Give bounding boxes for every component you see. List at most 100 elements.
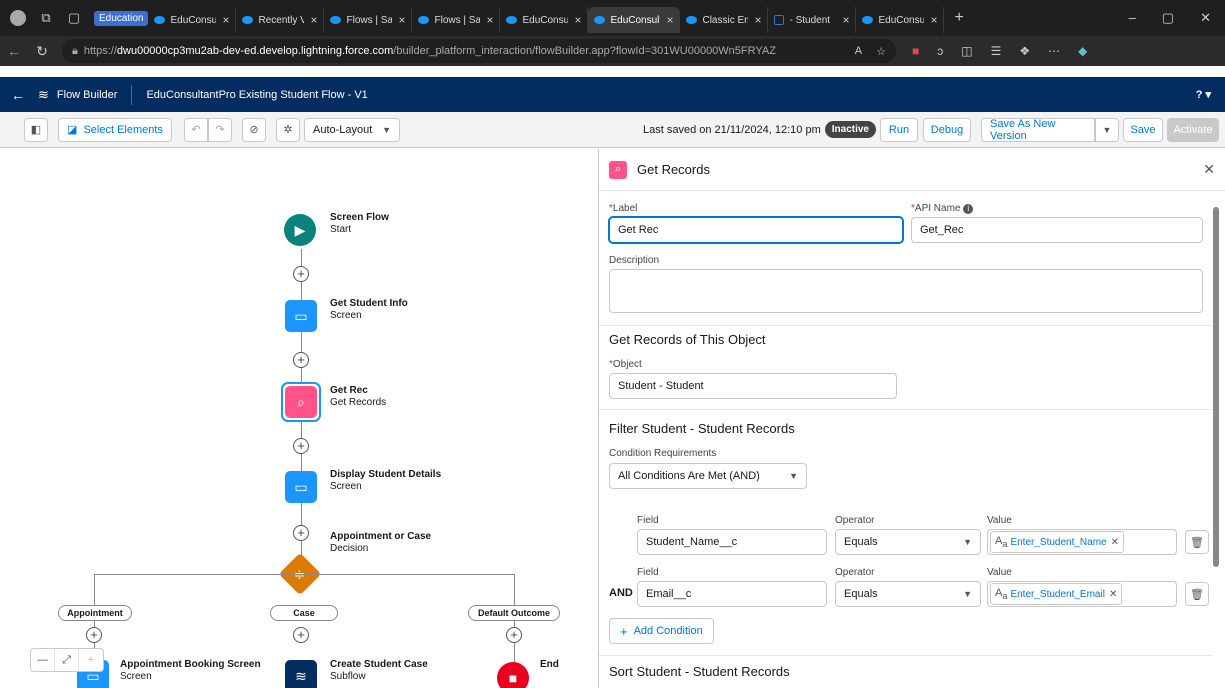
browser-tab[interactable]: Flows | Sale× bbox=[324, 7, 413, 33]
salesforce-cloud-icon bbox=[594, 16, 606, 24]
refresh-icon[interactable]: ↻ bbox=[28, 43, 56, 60]
url-field[interactable]: 🔒︎ https://dwu00000cp3mu2ab-dev-ed.devel… bbox=[62, 39, 896, 63]
condition-field-input[interactable]: Email__c bbox=[637, 581, 827, 607]
condition-operator-select[interactable]: Equals ▼ bbox=[835, 581, 981, 607]
start-node[interactable]: ▶ bbox=[284, 214, 316, 246]
add-element-button[interactable]: + bbox=[293, 352, 309, 368]
tab-actions-icon[interactable]: ▢ bbox=[66, 10, 82, 26]
errors-button[interactable]: ⊘ bbox=[242, 117, 266, 142]
browser-tab-active[interactable]: EduConsult × bbox=[588, 7, 681, 33]
add-element-button[interactable]: + bbox=[293, 525, 309, 541]
back-arrow-icon[interactable]: ← bbox=[0, 43, 28, 59]
extension-icon[interactable]: ■ bbox=[912, 44, 919, 58]
subflow-node-create-student-case[interactable]: ≋ bbox=[285, 660, 317, 688]
browser-tab[interactable]: EduConsult× bbox=[500, 7, 589, 33]
flow-canvas[interactable]: ▶ Screen Flow Start + ▭ Get Student Info S… bbox=[0, 149, 598, 688]
get-records-node[interactable]: ⌕ bbox=[285, 386, 317, 418]
debug-button[interactable]: Debug bbox=[923, 117, 971, 142]
layout-select[interactable]: Auto-Layout ▼ bbox=[304, 117, 400, 142]
panel-scrollbar[interactable] bbox=[1212, 195, 1220, 685]
settings-button[interactable]: ✲ bbox=[276, 117, 300, 142]
outcome-case[interactable]: Case bbox=[270, 605, 338, 621]
toggle-panel-button[interactable]: ◧ bbox=[24, 117, 48, 142]
object-input[interactable]: Student - Student bbox=[609, 373, 897, 399]
browser-tab[interactable]: - Student × bbox=[768, 7, 857, 33]
fit-view-button[interactable]: ⤢ bbox=[55, 649, 79, 671]
outcome-default[interactable]: Default Outcome bbox=[468, 605, 560, 621]
close-tab-icon[interactable]: × bbox=[754, 13, 761, 27]
close-tab-icon[interactable]: × bbox=[574, 13, 581, 27]
add-element-button[interactable]: + bbox=[86, 627, 102, 643]
browser-tab[interactable]: EduConsult× bbox=[856, 7, 945, 33]
copilot-icon[interactable]: ↄ bbox=[937, 44, 943, 58]
back-arrow-icon[interactable]: ← bbox=[0, 87, 36, 103]
value-pill[interactable]: Aa Enter_Student_Name ✕ bbox=[990, 531, 1124, 553]
delete-condition-button[interactable]: 🗑︎ bbox=[1185, 530, 1209, 554]
remove-pill-icon[interactable]: ✕ bbox=[1109, 589, 1117, 600]
run-button[interactable]: Run bbox=[880, 117, 918, 142]
end-node[interactable]: ■ bbox=[497, 662, 529, 688]
undo-button[interactable]: ↶ bbox=[184, 117, 208, 142]
outcome-appointment[interactable]: Appointment bbox=[58, 605, 132, 621]
minimize-icon[interactable]: – bbox=[1129, 10, 1136, 26]
value-pill[interactable]: Aa Enter_Student_Email ✕ bbox=[990, 583, 1123, 605]
close-tab-icon[interactable]: × bbox=[398, 13, 405, 27]
edge-copilot-icon[interactable]: ◆ bbox=[1078, 44, 1087, 58]
read-aloud-icon[interactable]: A bbox=[855, 45, 862, 58]
object-label: Object bbox=[612, 359, 642, 370]
collections-icon[interactable]: ❖ bbox=[1019, 44, 1030, 58]
close-tab-icon[interactable]: × bbox=[486, 13, 493, 27]
remove-pill-icon[interactable]: ✕ bbox=[1111, 537, 1119, 548]
tab-group-label[interactable]: Education bbox=[94, 10, 149, 26]
save-as-new-version-button[interactable]: Save As New Version bbox=[981, 117, 1095, 142]
add-element-button[interactable]: + bbox=[506, 627, 522, 643]
description-textarea[interactable] bbox=[609, 269, 1203, 313]
profile-avatar[interactable] bbox=[10, 10, 26, 26]
condition-field-input[interactable]: Student_Name__c bbox=[637, 529, 827, 555]
split-screen-icon[interactable]: ◫ bbox=[961, 44, 972, 58]
close-tab-icon[interactable]: × bbox=[842, 13, 849, 27]
browser-tab[interactable]: Recently Vi × bbox=[236, 7, 325, 33]
zoom-out-button[interactable]: — bbox=[31, 649, 55, 671]
favorite-star-icon[interactable]: ☆ bbox=[876, 45, 886, 58]
info-icon[interactable]: i bbox=[963, 204, 974, 214]
chevron-down-icon: ▼ bbox=[382, 124, 391, 135]
condition-value-input[interactable]: Aa Enter_Student_Name ✕ bbox=[987, 529, 1177, 555]
close-tab-icon[interactable]: × bbox=[222, 13, 229, 27]
screen-node-display-student-details[interactable]: ▭ bbox=[285, 471, 317, 503]
close-icon[interactable]: ✕ bbox=[1203, 161, 1215, 178]
close-tab-icon[interactable]: × bbox=[666, 13, 673, 27]
add-condition-button[interactable]: + Add Condition bbox=[609, 618, 714, 644]
browser-tab[interactable]: Flows | Sale× bbox=[412, 7, 501, 33]
delete-condition-button[interactable]: 🗑︎ bbox=[1185, 582, 1209, 606]
save-button[interactable]: Save bbox=[1123, 117, 1163, 142]
label-input[interactable]: Get Rec bbox=[609, 217, 903, 243]
browser-tab[interactable]: EduConsult× bbox=[148, 7, 237, 33]
api-name-input[interactable]: Get_Rec bbox=[911, 217, 1203, 243]
condition-operator-select[interactable]: Equals ▼ bbox=[835, 529, 981, 555]
browser-tab[interactable]: Classic Ema× bbox=[680, 7, 769, 33]
save-menu-button[interactable]: ▼ bbox=[1095, 117, 1119, 142]
select-elements-button[interactable]: ◪ Select Elements bbox=[58, 117, 172, 142]
new-tab-icon[interactable]: + bbox=[954, 9, 963, 27]
workspaces-icon[interactable]: ⧉ bbox=[38, 10, 54, 26]
favorites-icon[interactable]: ☰ bbox=[991, 44, 1002, 58]
add-element-button[interactable]: + bbox=[293, 266, 309, 282]
screen-node-get-student-info[interactable]: ▭ bbox=[285, 300, 317, 332]
close-tab-icon[interactable]: × bbox=[930, 13, 937, 27]
chevron-down-icon: ▼ bbox=[963, 589, 972, 599]
close-tab-icon[interactable]: × bbox=[310, 13, 317, 27]
more-icon[interactable]: ⋯ bbox=[1048, 44, 1060, 58]
condition-value-input[interactable]: Aa Enter_Student_Email ✕ bbox=[987, 581, 1177, 607]
activate-button[interactable]: Activate bbox=[1167, 117, 1219, 142]
zoom-in-button[interactable]: + bbox=[79, 649, 103, 671]
add-element-button[interactable]: + bbox=[293, 627, 309, 643]
help-menu[interactable]: ? ▾ bbox=[1196, 88, 1211, 101]
restore-icon[interactable]: ▢ bbox=[1162, 10, 1174, 26]
browser-tab-strip: ⧉ ▢ Education EduConsult× Recently Vi× F… bbox=[0, 0, 1225, 36]
close-window-icon[interactable]: ✕ bbox=[1200, 10, 1211, 26]
chevron-down-icon: ▼ bbox=[1102, 124, 1112, 135]
add-element-button[interactable]: + bbox=[293, 438, 309, 454]
condition-requirements-select[interactable]: All Conditions Are Met (AND) ▼ bbox=[609, 463, 807, 489]
redo-button[interactable]: ↷ bbox=[208, 117, 232, 142]
